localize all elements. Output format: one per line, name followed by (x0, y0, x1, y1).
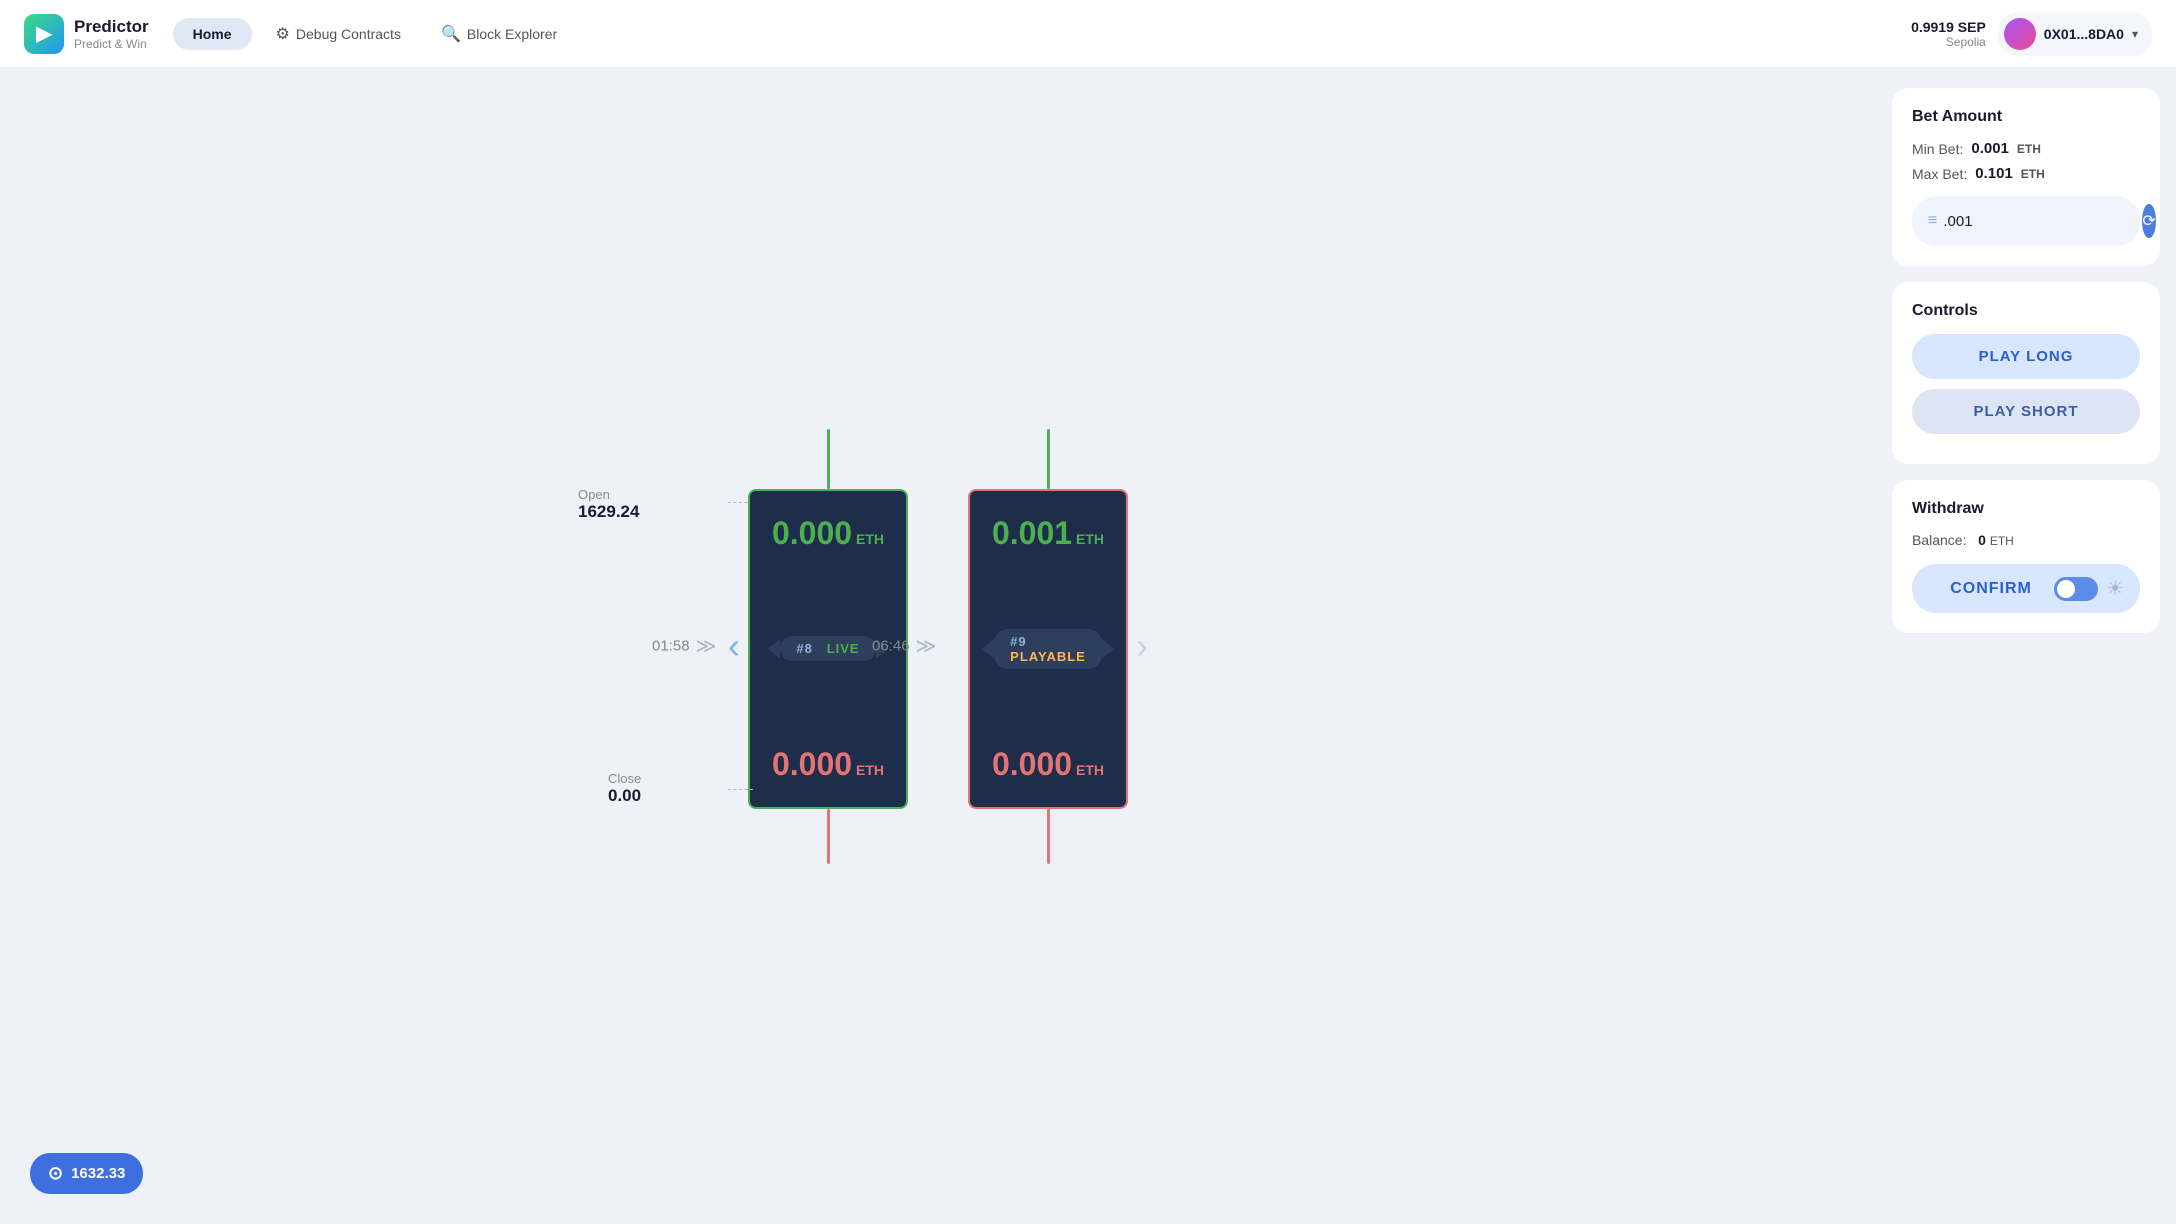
min-bet-label: Min Bet: (1912, 141, 1963, 157)
bet-amount-card: Bet Amount Min Bet: 0.001 ETH Max Bet: 0… (1892, 88, 2160, 266)
bet-input-row: ≡ ⟳ (1912, 196, 2140, 246)
close-dashed-line (728, 789, 753, 790)
wallet-address-text: 0X01...8DA0 (2044, 26, 2124, 42)
max-bet-value: 0.101 (1975, 165, 2013, 182)
candle-9-bottom-value: 0.000 ETH (992, 746, 1104, 783)
candle-8-badge: #8 LIVE (780, 636, 875, 661)
search-icon: 🔍 (441, 24, 461, 44)
candle-9-body: 0.001 ETH #9 PLAYABLE 0.000 (968, 489, 1128, 809)
min-bet-row: Min Bet: 0.001 ETH (1912, 140, 2140, 157)
home-button[interactable]: Home (173, 18, 252, 50)
controls-title: Controls (1912, 302, 2140, 320)
confirm-button[interactable]: CONFIRM (1928, 580, 2054, 598)
withdraw-title: Withdraw (1912, 500, 2140, 518)
debug-icon: ⚙ (276, 24, 290, 44)
min-bet-value: 0.001 (1971, 140, 2009, 157)
bet-amount-title: Bet Amount (1912, 108, 2140, 126)
main-content: ‹ Open 1629.24 01:58 ≫ (0, 68, 2176, 1224)
explorer-label: Block Explorer (467, 26, 557, 42)
navbar: ▶ Predictor Predict & Win Home ⚙ Debug C… (0, 0, 2176, 68)
refresh-button[interactable]: ⟳ (2142, 204, 2155, 238)
play-short-button[interactable]: PLAY SHORT (1912, 389, 2140, 434)
ticker-coin-icon: ⊙ (48, 1163, 63, 1184)
ticker-price: 1632.33 (71, 1165, 125, 1182)
candle-8-timer: 01:58 ≫ (652, 634, 716, 659)
max-bet-unit: ETH (2021, 167, 2045, 181)
balance-label: Balance: (1912, 532, 1966, 548)
logo-text: Predictor Predict & Win (74, 17, 149, 51)
balance-row: Balance: 0 ETH (1912, 532, 2140, 548)
max-bet-label: Max Bet: (1912, 166, 1967, 182)
min-bet-unit: ETH (2017, 142, 2041, 156)
candle-9-top-eth: ETH (1076, 531, 1104, 547)
balance-value: 0 (1978, 532, 1986, 548)
candle-8-wick-top (827, 429, 830, 489)
toggle-knob (2057, 580, 2075, 598)
chevron-down-icon: ▾ (2132, 27, 2138, 41)
logo-area: ▶ Predictor Predict & Win (24, 14, 149, 54)
app-subtitle: Predict & Win (74, 37, 149, 51)
wallet-info: 0.9919 SEP Sepolia 0X01...8DA0 ▾ (1911, 12, 2152, 56)
block-explorer-link[interactable]: 🔍 Block Explorer (425, 16, 573, 52)
logo-icon: ▶ (24, 14, 64, 54)
candle-9-wick-bottom (1047, 809, 1050, 864)
wallet-avatar (2004, 18, 2036, 50)
theme-toggle-button[interactable]: ☀ (2106, 576, 2124, 601)
wallet-address-button[interactable]: 0X01...8DA0 ▾ (1998, 12, 2152, 56)
badge-arrow-left (768, 639, 780, 659)
arrow-right-icon: ≫ (696, 634, 717, 659)
logo-arrow-icon: ▶ (36, 21, 51, 46)
close-price: 0.00 (608, 786, 641, 806)
prev-candle-button[interactable]: ‹ (720, 617, 748, 675)
debug-contracts-link[interactable]: ⚙ Debug Contracts (260, 16, 417, 52)
sep-balance: 0.9919 SEP Sepolia (1911, 19, 1986, 49)
controls-card: Controls PLAY LONG PLAY SHORT (1892, 282, 2160, 464)
open-label-text: Open (578, 487, 639, 502)
next-candle-button[interactable]: › (1128, 617, 1156, 675)
app-title: Predictor (74, 17, 149, 37)
close-annotation: Close 0.00 (608, 771, 641, 806)
right-panel: Bet Amount Min Bet: 0.001 ETH Max Bet: 0… (1876, 68, 2176, 1224)
candle-9-timer: 06:46 ≫ (872, 634, 936, 659)
candle-9-bottom-eth: ETH (1076, 762, 1104, 778)
candle-8-badge-row: #8 LIVE (768, 636, 887, 661)
withdraw-card: Withdraw Balance: 0 ETH CONFIRM ☀ (1892, 480, 2160, 633)
bet-amount-input[interactable] (1943, 213, 2142, 230)
open-annotation: Open 1629.24 (578, 487, 639, 522)
candle-9-wick-top (1047, 429, 1050, 489)
candle-8-bottom-value: 0.000 ETH (772, 746, 884, 783)
candle-8-top-eth: ETH (856, 531, 884, 547)
max-bet-row: Max Bet: 0.101 ETH (1912, 165, 2140, 182)
debug-label: Debug Contracts (296, 26, 401, 42)
badge-arrow-right-9 (1102, 639, 1114, 659)
price-ticker: ⊙ 1632.33 (30, 1153, 143, 1194)
refresh-icon: ⟳ (2142, 211, 2155, 231)
candle-8-bottom-eth: ETH (856, 762, 884, 778)
badge-arrow-left-9 (982, 639, 994, 659)
candle-9-top-value: 0.001 ETH (992, 515, 1104, 552)
candle-8-top-value: 0.000 ETH (772, 515, 884, 552)
open-price: 1629.24 (578, 502, 639, 522)
confirm-row: CONFIRM ☀ (1912, 564, 2140, 613)
balance-unit: ETH (1990, 534, 2014, 548)
balance-amount: 0.9919 SEP (1911, 19, 1986, 35)
candle-9-badge: #9 PLAYABLE (994, 629, 1102, 669)
candles-wrapper: Open 1629.24 01:58 ≫ 0.000 ETH (748, 429, 1128, 864)
network-name: Sepolia (1911, 35, 1986, 49)
candle-9-badge-row: #9 PLAYABLE (982, 629, 1114, 669)
timer-value-9: 06:46 (872, 638, 910, 655)
chart-area: ‹ Open 1629.24 01:58 ≫ (0, 68, 1876, 1224)
arrow-right-icon-2: ≫ (916, 634, 937, 659)
toggle-switch[interactable] (2054, 577, 2098, 601)
bet-input-icon: ≡ (1928, 212, 1937, 230)
timer-value-8: 01:58 (652, 638, 690, 655)
close-label-text: Close (608, 771, 641, 786)
candle-8-wick-bottom (827, 809, 830, 864)
candle-9: 06:46 ≫ 0.001 ETH #9 (968, 429, 1128, 864)
play-long-button[interactable]: PLAY LONG (1912, 334, 2140, 379)
